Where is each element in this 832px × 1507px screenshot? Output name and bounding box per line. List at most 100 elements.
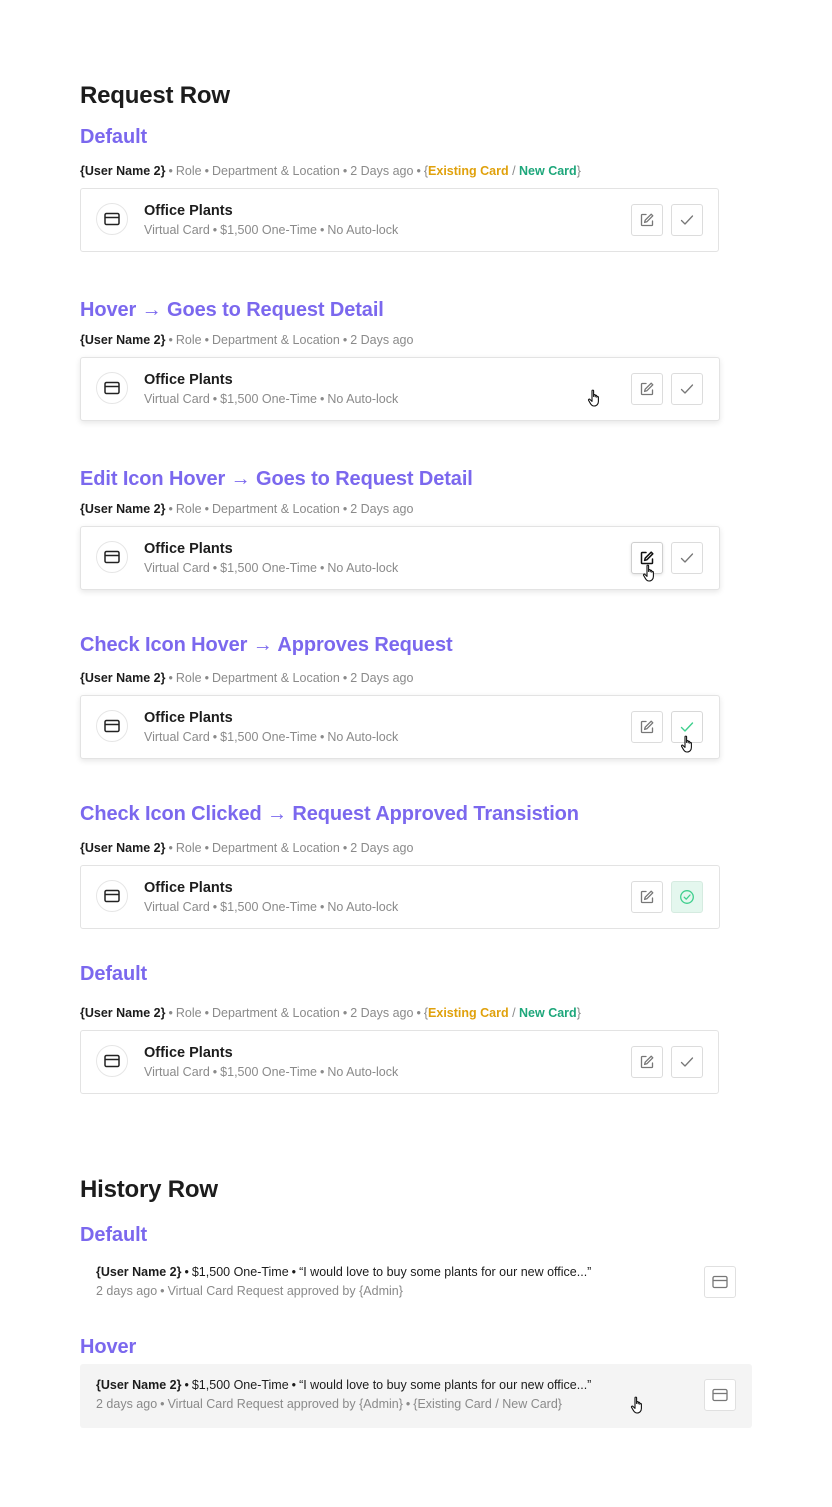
approve-button[interactable] <box>671 373 703 405</box>
separator: • <box>184 1265 189 1279</box>
edit-button[interactable] <box>631 373 663 405</box>
check-icon <box>680 215 694 225</box>
card-type: Virtual Card <box>144 1065 210 1079</box>
check-icon <box>680 384 694 394</box>
user-name: {User Name 2} <box>96 1265 182 1279</box>
approve-button-approved[interactable] <box>671 881 703 913</box>
approval-status: Virtual Card Request approved by {Admin} <box>167 1284 403 1298</box>
request-row-approved[interactable]: Office Plants Virtual Card • $1,500 One-Ti… <box>80 865 720 929</box>
credit-card-icon <box>96 1045 128 1077</box>
state-label-check-clicked: Check Icon Clicked → Request Approved Tr… <box>80 803 579 825</box>
separator: • <box>319 730 325 744</box>
separator: • <box>204 333 209 347</box>
edit-button[interactable] <box>631 204 663 236</box>
separator: • <box>291 1378 297 1392</box>
request-details: Virtual Card • $1,500 One-Time • No Auto-loc… <box>144 223 398 237</box>
hand-cursor-icon <box>630 1396 642 1414</box>
role: Role <box>175 841 202 855</box>
separator: • <box>342 671 348 685</box>
separator: • <box>342 502 348 516</box>
request-row[interactable]: Office Plants Virtual Card • $1,500 One-Ti… <box>80 1030 719 1094</box>
request-age: 2 Days ago <box>350 164 414 178</box>
request-meta: {User Name 2} • Role • Department & Location… <box>80 671 413 685</box>
amount: $1,500 One-Time <box>191 1265 289 1279</box>
edit-icon <box>640 1055 654 1069</box>
separator: • <box>319 561 325 575</box>
edit-icon <box>640 890 654 904</box>
separator: • <box>160 1284 165 1298</box>
edit-button[interactable] <box>631 881 663 913</box>
history-summary: {User Name 2} • $1,500 One-Time • “I would l… <box>96 1378 591 1392</box>
brace-close: } <box>576 164 581 178</box>
check-icon <box>680 722 694 732</box>
separator: • <box>319 1065 325 1079</box>
approve-button[interactable] <box>671 204 703 236</box>
separator: • <box>319 900 325 914</box>
check-circle-icon <box>680 890 694 904</box>
request-meta: {User Name 2} • Role • Department & Location… <box>80 841 413 855</box>
separator: • <box>319 223 325 237</box>
role: Role <box>175 502 202 516</box>
edit-icon <box>640 213 654 227</box>
request-title: Office Plants <box>144 710 233 726</box>
hand-cursor-icon <box>642 564 654 582</box>
credit-card-icon <box>96 372 128 404</box>
card-button[interactable] <box>704 1266 736 1298</box>
new-card-tag: New Card <box>519 1006 577 1020</box>
approve-button[interactable] <box>671 542 703 574</box>
history-status: 2 days ago • Virtual Card Request approved… <box>96 1284 403 1298</box>
card-button[interactable] <box>704 1379 736 1411</box>
amount: $1,500 One-Time <box>220 561 317 575</box>
separator: • <box>204 502 209 516</box>
request-age: 2 Days ago <box>350 333 414 347</box>
request-meta: {User Name 2} • Role • Department & Location… <box>80 164 581 178</box>
user-name: {User Name 2} <box>80 333 166 347</box>
user-name: {User Name 2} <box>80 841 166 855</box>
request-title: Office Plants <box>144 203 233 219</box>
separator: • <box>291 1265 297 1279</box>
state-label-default: Default <box>80 963 148 985</box>
request-row-check-hover[interactable]: Office Plants Virtual Card • $1,500 One-Ti… <box>80 695 720 759</box>
amount: $1,500 One-Time <box>220 730 317 744</box>
amount: $1,500 One-Time <box>191 1378 289 1392</box>
edit-icon <box>640 382 654 396</box>
credit-card-icon <box>712 1388 728 1402</box>
edit-button[interactable] <box>631 711 663 743</box>
edit-button[interactable] <box>631 1046 663 1078</box>
separator: • <box>342 333 348 347</box>
request-meta: {User Name 2} • Role • Department & Location… <box>80 333 413 347</box>
request-row[interactable]: Office Plants Virtual Card • $1,500 One-Ti… <box>80 188 719 252</box>
hand-cursor-icon <box>587 389 599 407</box>
credit-card-icon <box>96 541 128 573</box>
separator: • <box>212 392 218 406</box>
separator: • <box>160 1397 165 1411</box>
history-row-section-title: History Row <box>80 1176 218 1203</box>
history-row-hover[interactable]: {User Name 2} • $1,500 One-Time • “I would l… <box>80 1364 752 1428</box>
separator: • <box>416 164 421 178</box>
department-location: Department & Location <box>211 671 340 685</box>
history-summary: {User Name 2} • $1,500 One-Time • “I would l… <box>96 1265 591 1279</box>
approve-button[interactable] <box>671 1046 703 1078</box>
separator: • <box>416 1006 421 1020</box>
separator: • <box>342 841 348 855</box>
auto-lock: No Auto-lock <box>327 1065 399 1079</box>
state-label-check-hover: Check Icon Hover → Approves Request <box>80 634 453 656</box>
department-location: Department & Location <box>211 333 340 347</box>
separator: • <box>168 1006 173 1020</box>
request-title: Office Plants <box>144 880 233 896</box>
request-row-edit-hover[interactable]: Office Plants Virtual Card • $1,500 One-Ti… <box>80 526 720 590</box>
request-title: Office Plants <box>144 1045 233 1061</box>
request-row-hover[interactable]: Office Plants Virtual Card • $1,500 One-Ti… <box>80 357 720 421</box>
amount: $1,500 One-Time <box>220 223 317 237</box>
separator: • <box>204 671 209 685</box>
separator: • <box>184 1378 189 1392</box>
state-label-hover: Hover → Goes to Request Detail <box>80 299 384 321</box>
auto-lock: No Auto-lock <box>327 561 399 575</box>
separator: • <box>204 841 209 855</box>
card-choice: {Existing Card / New Card} <box>413 1397 562 1411</box>
request-row-section-title: Request Row <box>80 82 230 109</box>
credit-card-icon <box>712 1275 728 1289</box>
new-card-tag: New Card <box>519 164 577 178</box>
history-row[interactable]: {User Name 2} • $1,500 One-Time • “I would l… <box>80 1252 752 1316</box>
existing-card-tag: Existing Card <box>428 1006 509 1020</box>
